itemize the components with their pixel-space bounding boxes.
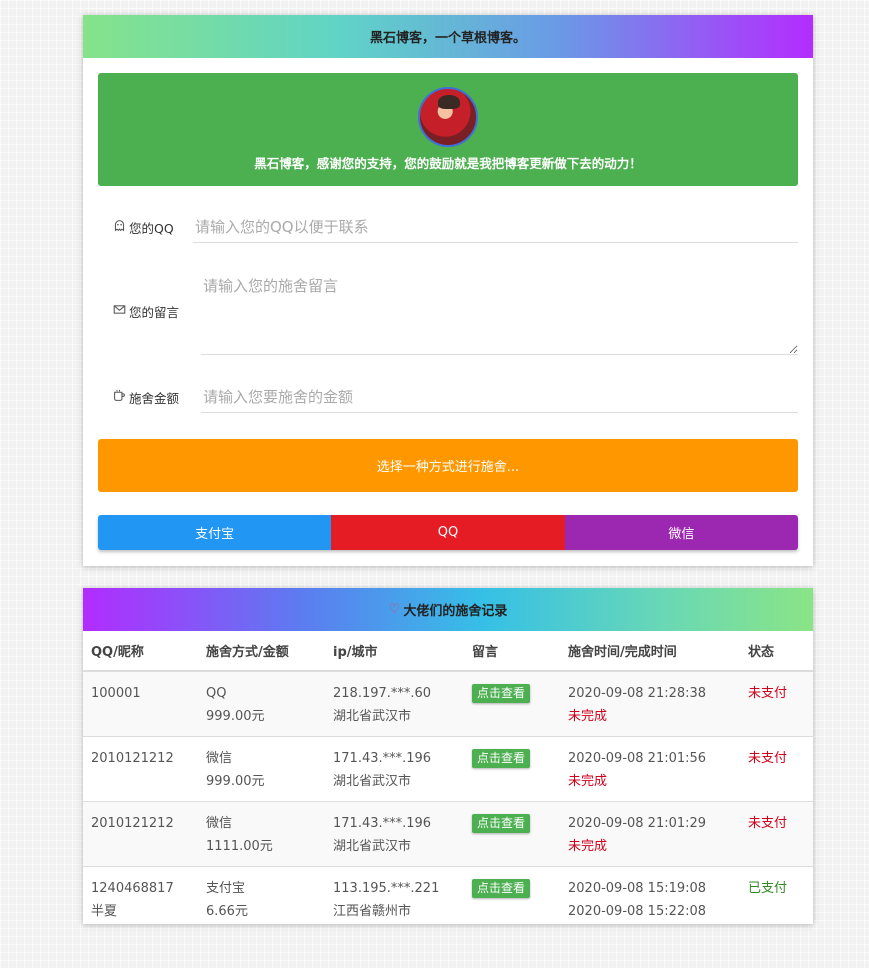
- table-row: 2010121212 微信 999.00元 171.43.***.196 湖北省武汉…: [83, 736, 813, 802]
- pay-method: QQ: [206, 686, 227, 701]
- finish-time: 未完成: [568, 709, 608, 724]
- city: 湖北省武汉市: [333, 774, 412, 789]
- view-message-button[interactable]: 点击查看: [472, 749, 531, 768]
- donate-time: 2020-09-08 21:01:29: [568, 816, 707, 831]
- qq-label: 您的QQ: [113, 218, 201, 237]
- col-time: 施舍时间/完成时间: [560, 631, 740, 672]
- qq-row: 您的QQ: [113, 211, 798, 243]
- ip-address: 113.195.***.221: [333, 881, 440, 896]
- view-message-button[interactable]: 点击查看: [472, 879, 531, 898]
- finish-time: 未完成: [568, 839, 608, 854]
- nickname: 半夏: [91, 904, 118, 919]
- col-qq: QQ/昵称: [83, 631, 198, 672]
- pay-amount: 1111.00元: [206, 839, 273, 854]
- pay-amount: 6.66元: [206, 904, 248, 919]
- records-title: 大佬们的施舍记录: [403, 604, 508, 619]
- col-ip: ip/城市: [325, 631, 464, 672]
- qq-number: 2010121212: [91, 751, 174, 766]
- status-badge: 未支付: [748, 686, 788, 701]
- qq-pay-button[interactable]: QQ: [331, 515, 565, 550]
- pay-method: 支付宝: [206, 881, 246, 896]
- ip-address: 218.197.***.60: [333, 686, 432, 701]
- col-method: 施舍方式/金额: [198, 631, 325, 672]
- qq-number: 100001: [91, 686, 141, 701]
- payment-method-group: 支付宝 QQ 微信: [98, 515, 798, 550]
- city: 湖北省武汉市: [333, 839, 412, 854]
- view-message-button[interactable]: 点击查看: [472, 814, 531, 833]
- amount-input[interactable]: [201, 381, 798, 413]
- ip-address: 171.43.***.196: [333, 751, 432, 766]
- table-row: 1240468817 半夏 支付宝 6.66元 113.195.***.221 江西省…: [83, 866, 813, 931]
- table-row: 100001 QQ 999.00元 218.197.***.60 湖北省武汉市 点击…: [83, 670, 813, 737]
- col-message: 留言: [464, 631, 560, 672]
- pay-method: 微信: [206, 751, 233, 766]
- finish-time: 未完成: [568, 774, 608, 789]
- table-row: 2010121212 微信 1111.00元 171.43.***.196 湖北省武…: [83, 801, 813, 867]
- site-title: 黑石博客，一个草根博客。: [369, 31, 526, 46]
- envelope-icon: [113, 303, 126, 319]
- records-card: ♡ 大佬们的施舍记录 QQ/昵称 施舍方式/金额 ip/城市 留言 施舍时间/完…: [83, 588, 813, 931]
- col-status: 状态: [740, 631, 813, 672]
- qq-number: 2010121212: [91, 816, 174, 831]
- finish-time: 2020-09-08 15:22:08: [568, 904, 707, 919]
- ip-address: 171.43.***.196: [333, 816, 432, 831]
- cup-icon: [113, 389, 126, 405]
- message-row: 您的留言: [113, 267, 798, 355]
- donate-time: 2020-09-08 21:01:56: [568, 751, 707, 766]
- amount-label: 施舍金额: [113, 388, 201, 407]
- avatar: [418, 87, 478, 147]
- donation-card: 黑石博客，一个草根博客。 黑石博客，感谢您的支持，您的鼓励就是我把博客更新做下去…: [83, 15, 813, 566]
- wechat-pay-button[interactable]: 微信: [564, 515, 798, 550]
- pay-amount: 999.00元: [206, 709, 265, 724]
- site-header: 黑石博客，一个草根博客。: [83, 15, 813, 58]
- city: 江西省赣州市: [333, 904, 412, 919]
- heart-icon: ♡: [388, 602, 401, 617]
- records-header: ♡ 大佬们的施舍记录: [83, 588, 813, 631]
- pay-method: 微信: [206, 816, 233, 831]
- message-label: 您的留言: [113, 302, 201, 321]
- amount-row: 施舍金额: [113, 381, 798, 413]
- status-badge: 未支付: [748, 816, 788, 831]
- thanks-banner: 黑石博客，感谢您的支持，您的鼓励就是我把博客更新做下去的动力！: [98, 73, 798, 186]
- status-badge: 已支付: [748, 881, 788, 896]
- choose-payment-button[interactable]: 选择一种方式进行施舍...: [98, 439, 798, 492]
- message-textarea[interactable]: [201, 267, 798, 355]
- status-badge: 未支付: [748, 751, 788, 766]
- ghost-icon: [113, 219, 126, 235]
- view-message-button[interactable]: 点击查看: [472, 684, 531, 703]
- donate-time: 2020-09-08 15:19:08: [568, 881, 707, 896]
- pay-amount: 999.00元: [206, 774, 265, 789]
- alipay-button[interactable]: 支付宝: [98, 515, 332, 550]
- thanks-message: 黑石博客，感谢您的支持，您的鼓励就是我把博客更新做下去的动力！: [254, 156, 642, 171]
- donate-time: 2020-09-08 21:28:38: [568, 686, 707, 701]
- city: 湖北省武汉市: [333, 709, 412, 724]
- records-table: QQ/昵称 施舍方式/金额 ip/城市 留言 施舍时间/完成时间 状态 1000…: [83, 631, 813, 931]
- qq-number: 1240468817: [91, 881, 174, 896]
- table-header-row: QQ/昵称 施舍方式/金额 ip/城市 留言 施舍时间/完成时间 状态: [83, 631, 813, 672]
- qq-input[interactable]: [193, 211, 798, 243]
